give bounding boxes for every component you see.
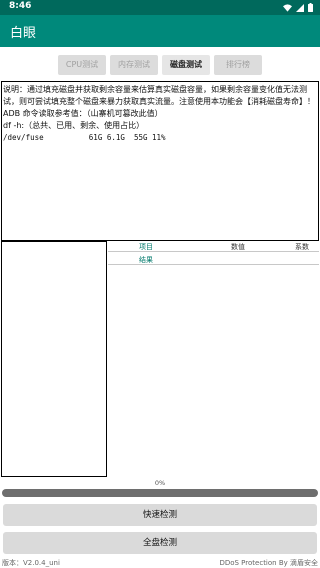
- status-time: 8:46: [9, 1, 32, 11]
- df-command: df -h:（总共、已用、剩余、使用占比）: [3, 121, 145, 130]
- tab-disk-test[interactable]: 磁盘测试: [162, 55, 210, 75]
- result-table: 项目 数值 系数 结果: [108, 241, 319, 477]
- df-output: /dev/fuse 61G 6.1G 55G 11%: [3, 133, 166, 142]
- tab-bar: CPU测试 内存测试 磁盘测试 排行榜: [0, 55, 320, 75]
- result-label: 结果: [139, 256, 153, 264]
- battery-icon: [308, 3, 313, 12]
- footer: 版本：V2.0.4_uni DDoS Protection By 滴盾安全: [0, 557, 320, 568]
- left-panel: [1, 241, 107, 477]
- column-item: 项目: [139, 243, 153, 251]
- signal-icon: [296, 3, 304, 12]
- status-icons: [283, 3, 313, 12]
- version-label: 版本：V2.0.4_uni: [2, 559, 60, 567]
- status-bar: 8:46: [0, 0, 320, 15]
- tab-ranking[interactable]: 排行榜: [214, 55, 262, 75]
- tab-memory-test[interactable]: 内存测试: [110, 55, 158, 75]
- progress-percent: 0%: [154, 479, 166, 487]
- quick-check-button[interactable]: 快速检测: [3, 504, 317, 526]
- column-coefficient: 系数: [295, 243, 309, 251]
- info-box: 说明：通过填充磁盘并获取剩余容量来估算真实磁盘容量，如果剩余容量变化值无法测试，…: [1, 81, 319, 241]
- tab-cpu-test[interactable]: CPU测试: [58, 55, 106, 75]
- table-header: 项目 数值 系数: [108, 241, 319, 252]
- app-title: 白眼: [10, 26, 37, 41]
- table-row: 结果: [108, 253, 319, 265]
- brand-label: DDoS Protection By 滴盾安全: [219, 559, 318, 567]
- adb-title: ADB 命令读取参考值：（山寨机可篡改此值）: [3, 109, 163, 118]
- app-bar: 白眼: [0, 15, 320, 47]
- progress-bar: [2, 489, 318, 497]
- wifi-icon: [283, 3, 292, 12]
- full-check-button[interactable]: 全盘检测: [3, 532, 317, 554]
- column-value: 数值: [231, 243, 245, 251]
- description-text: 说明：通过填充磁盘并获取剩余容量来估算真实磁盘容量，如果剩余容量变化值无法测试，…: [3, 85, 315, 106]
